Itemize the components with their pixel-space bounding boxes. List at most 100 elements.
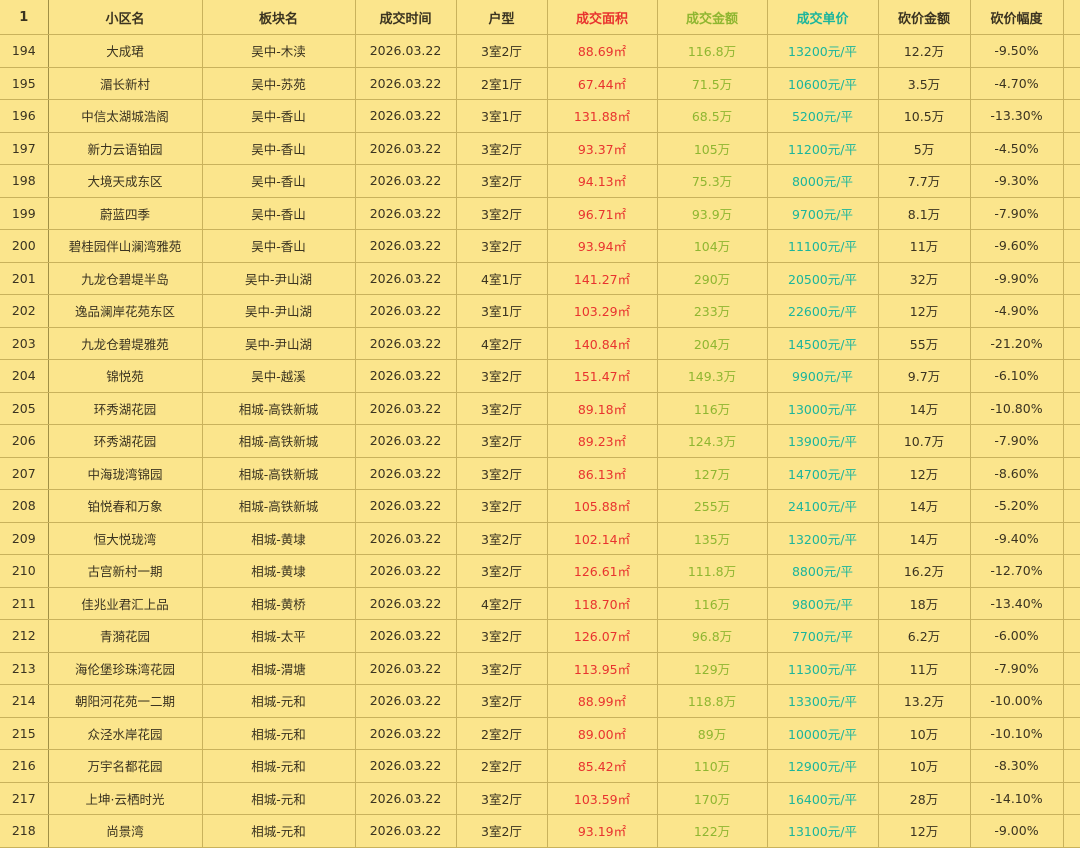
cell-unit-price[interactable]: 20500元/平: [767, 262, 879, 295]
cell-layout[interactable]: 3室2厅: [456, 554, 548, 588]
row-number[interactable]: 201: [0, 262, 49, 295]
cell-community-name[interactable]: 海伦堡珍珠湾花园: [48, 652, 203, 685]
cell-area[interactable]: 131.88㎡: [547, 99, 658, 133]
cell-cut-amount[interactable]: 12.2万: [878, 34, 971, 68]
cell-unit-price[interactable]: 13200元/平: [767, 522, 879, 555]
cell-community-name[interactable]: 大境天成东区: [48, 164, 203, 198]
cell-cut-percent[interactable]: -9.50%: [970, 34, 1064, 68]
row-number[interactable]: 210: [0, 554, 49, 588]
cell-area[interactable]: 113.95㎡: [547, 652, 658, 685]
cell-unit-price[interactable]: 13200元/平: [767, 34, 879, 68]
cell-cut-amount[interactable]: 9.7万: [878, 359, 971, 393]
cell-community-name[interactable]: 大成珺: [48, 34, 203, 68]
cell-unit-price[interactable]: 5200元/平: [767, 99, 879, 133]
row-number[interactable]: 1: [0, 0, 49, 35]
cell-community-name[interactable]: 九龙仓碧堤雅苑: [48, 327, 203, 360]
cell-area[interactable]: 94.13㎡: [547, 164, 658, 198]
cell-cut-percent[interactable]: -9.60%: [970, 229, 1064, 263]
row-number[interactable]: 213: [0, 652, 49, 685]
cell-deal-date[interactable]: 2026.03.22: [355, 424, 457, 458]
cell-community-name[interactable]: 碧桂园伴山澜湾雅苑: [48, 229, 203, 263]
header-block[interactable]: 板块名: [202, 0, 356, 35]
cell-community-name[interactable]: 青漪花园: [48, 619, 203, 653]
cell-cut-percent[interactable]: -7.90%: [970, 424, 1064, 458]
cell-area[interactable]: 141.27㎡: [547, 262, 658, 295]
cell-deal-date[interactable]: 2026.03.22: [355, 164, 457, 198]
empty-cell[interactable]: [1063, 652, 1080, 685]
cell-unit-price[interactable]: 11200元/平: [767, 132, 879, 165]
cell-cut-percent[interactable]: -6.10%: [970, 359, 1064, 393]
cell-cut-amount[interactable]: 14万: [878, 489, 971, 523]
empty-cell[interactable]: [1063, 554, 1080, 588]
header-area[interactable]: 成交面积: [547, 0, 658, 35]
cell-cut-percent[interactable]: -7.90%: [970, 652, 1064, 685]
empty-cell[interactable]: [1063, 67, 1080, 100]
cell-cut-percent[interactable]: -4.70%: [970, 67, 1064, 100]
cell-deal-date[interactable]: 2026.03.22: [355, 34, 457, 68]
cell-deal-amount[interactable]: 124.3万: [657, 424, 768, 458]
empty-cell[interactable]: [1063, 424, 1080, 458]
cell-community-name[interactable]: 朝阳河花苑一二期: [48, 684, 203, 718]
cell-block-name[interactable]: 吴中-香山: [202, 164, 356, 198]
cell-cut-amount[interactable]: 12万: [878, 294, 971, 328]
cell-layout[interactable]: 3室2厅: [456, 619, 548, 653]
cell-deal-date[interactable]: 2026.03.22: [355, 359, 457, 393]
cell-unit-price[interactable]: 9900元/平: [767, 359, 879, 393]
cell-deal-amount[interactable]: 204万: [657, 327, 768, 360]
cell-unit-price[interactable]: 8000元/平: [767, 164, 879, 198]
cell-area[interactable]: 85.42㎡: [547, 749, 658, 783]
cell-deal-amount[interactable]: 116万: [657, 587, 768, 620]
cell-area[interactable]: 96.71㎡: [547, 197, 658, 230]
cell-deal-date[interactable]: 2026.03.22: [355, 229, 457, 263]
cell-layout[interactable]: 3室2厅: [456, 782, 548, 815]
cell-deal-date[interactable]: 2026.03.22: [355, 717, 457, 750]
cell-layout[interactable]: 4室2厅: [456, 587, 548, 620]
cell-cut-amount[interactable]: 7.7万: [878, 164, 971, 198]
cell-deal-amount[interactable]: 290万: [657, 262, 768, 295]
cell-community-name[interactable]: 佳兆业君汇上品: [48, 587, 203, 620]
header-date[interactable]: 成交时间: [355, 0, 457, 35]
empty-cell[interactable]: [1063, 99, 1080, 133]
empty-cell[interactable]: [1063, 522, 1080, 555]
cell-cut-amount[interactable]: 16.2万: [878, 554, 971, 588]
cell-deal-amount[interactable]: 68.5万: [657, 99, 768, 133]
empty-cell[interactable]: [1063, 164, 1080, 198]
empty-cell[interactable]: [1063, 0, 1080, 35]
cell-cut-amount[interactable]: 32万: [878, 262, 971, 295]
empty-cell[interactable]: [1063, 782, 1080, 815]
cell-cut-amount[interactable]: 13.2万: [878, 684, 971, 718]
empty-cell[interactable]: [1063, 229, 1080, 263]
cell-cut-amount[interactable]: 5万: [878, 132, 971, 165]
cell-layout[interactable]: 3室1厅: [456, 99, 548, 133]
cell-block-name[interactable]: 吴中-苏苑: [202, 67, 356, 100]
cell-area[interactable]: 126.61㎡: [547, 554, 658, 588]
empty-cell[interactable]: [1063, 619, 1080, 653]
cell-deal-amount[interactable]: 255万: [657, 489, 768, 523]
cell-layout[interactable]: 3室2厅: [456, 392, 548, 425]
cell-block-name[interactable]: 吴中-尹山湖: [202, 327, 356, 360]
cell-deal-amount[interactable]: 116.8万: [657, 34, 768, 68]
cell-cut-percent[interactable]: -10.10%: [970, 717, 1064, 750]
empty-cell[interactable]: [1063, 814, 1080, 848]
cell-layout[interactable]: 2室1厅: [456, 67, 548, 100]
row-number[interactable]: 197: [0, 132, 49, 165]
cell-layout[interactable]: 3室2厅: [456, 132, 548, 165]
empty-cell[interactable]: [1063, 489, 1080, 523]
cell-area[interactable]: 88.99㎡: [547, 684, 658, 718]
cell-deal-date[interactable]: 2026.03.22: [355, 67, 457, 100]
cell-cut-amount[interactable]: 10万: [878, 749, 971, 783]
cell-cut-amount[interactable]: 10万: [878, 717, 971, 750]
cell-area[interactable]: 93.19㎡: [547, 814, 658, 848]
cell-area[interactable]: 140.84㎡: [547, 327, 658, 360]
cell-deal-amount[interactable]: 89万: [657, 717, 768, 750]
cell-cut-percent[interactable]: -8.60%: [970, 457, 1064, 490]
cell-area[interactable]: 151.47㎡: [547, 359, 658, 393]
empty-cell[interactable]: [1063, 457, 1080, 490]
cell-block-name[interactable]: 吴中-香山: [202, 197, 356, 230]
cell-community-name[interactable]: 铂悦春和万象: [48, 489, 203, 523]
cell-layout[interactable]: 3室2厅: [456, 684, 548, 718]
header-cut-percent[interactable]: 砍价幅度: [970, 0, 1064, 35]
cell-community-name[interactable]: 古宫新村一期: [48, 554, 203, 588]
cell-unit-price[interactable]: 12900元/平: [767, 749, 879, 783]
row-number[interactable]: 196: [0, 99, 49, 133]
